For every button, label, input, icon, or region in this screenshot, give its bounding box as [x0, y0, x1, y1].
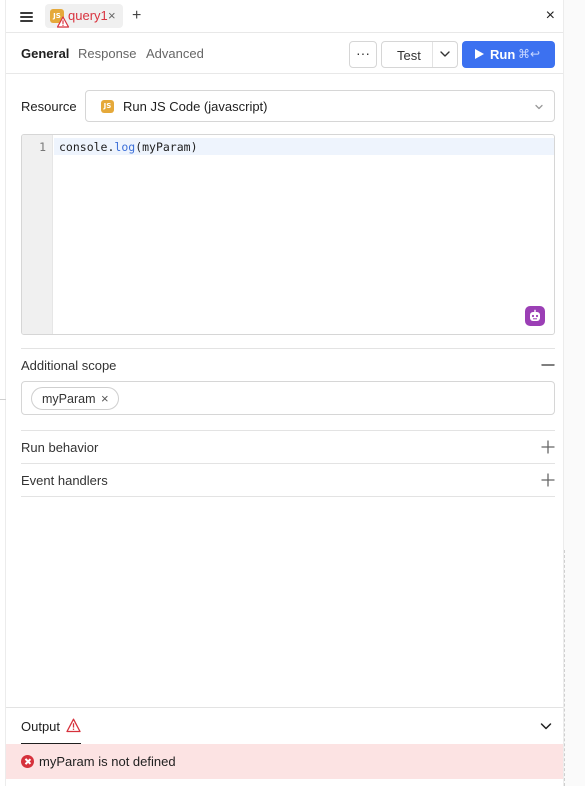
test-button[interactable]: Test — [381, 41, 458, 68]
resource-value: Run JS Code (javascript) — [123, 99, 268, 114]
ai-assist-button[interactable] — [525, 306, 545, 326]
query-tab-label: query1 — [68, 8, 108, 23]
event-handlers-heading[interactable]: Event handlers — [21, 473, 108, 488]
chevron-down-icon — [535, 104, 543, 110]
query-tab[interactable]: JS query1 × — [45, 4, 123, 28]
menu-icon[interactable] — [20, 9, 34, 23]
run-behavior-heading[interactable]: Run behavior — [21, 440, 98, 455]
remove-chip-icon[interactable]: × — [101, 391, 109, 406]
output-bar: Output — [6, 707, 563, 745]
warning-icon — [66, 718, 81, 733]
error-message: myParam is not defined — [39, 754, 176, 769]
right-canvas-gutter — [563, 0, 585, 786]
additional-scope-heading: Additional scope — [21, 358, 117, 373]
run-button-label: Run — [490, 47, 516, 62]
code-editor[interactable]: 1 console.log(myParam) — [21, 134, 555, 335]
code-line[interactable]: console.log(myParam) — [59, 140, 198, 154]
line-number: 1 — [39, 140, 46, 154]
tab-output[interactable]: Output — [21, 708, 81, 745]
more-options-button[interactable]: ··· — [349, 41, 377, 68]
scope-chip: myParam × — [31, 387, 119, 410]
close-tab-icon[interactable]: × — [108, 8, 116, 23]
run-button[interactable]: Run ⌘↩ — [462, 41, 555, 68]
play-icon — [475, 49, 484, 59]
scope-input[interactable]: myParam × — [21, 381, 555, 415]
resource-select[interactable]: JS Run JS Code (javascript) — [85, 90, 555, 122]
query-section-nav: General Response Advanced ··· Test Run ⌘… — [6, 34, 563, 74]
resource-label: Resource — [21, 99, 77, 114]
test-button-label: Test — [397, 48, 421, 63]
error-message-bar: myParam is not defined — [6, 744, 563, 779]
expand-icon[interactable] — [541, 473, 555, 487]
line-number-gutter: 1 — [22, 135, 53, 334]
query-tab-strip: JS query1 × + × — [6, 0, 563, 33]
scope-chip-label: myParam — [42, 392, 96, 406]
close-panel-icon[interactable]: × — [546, 7, 555, 25]
tab-general[interactable]: General — [21, 46, 69, 61]
robot-icon — [530, 309, 540, 321]
output-tab-label: Output — [21, 719, 61, 734]
error-icon — [21, 755, 34, 768]
expand-icon[interactable] — [541, 440, 555, 454]
run-shortcut: ⌘↩ — [518, 47, 541, 61]
js-icon: JS — [101, 100, 114, 113]
tab-advanced[interactable]: Advanced — [146, 46, 204, 61]
collapse-icon[interactable] — [541, 358, 555, 372]
query-editor-panel: JS query1 × + × General Response Advance… — [6, 0, 563, 786]
chevron-down-icon[interactable] — [437, 46, 453, 62]
chevron-down-icon[interactable] — [539, 719, 553, 733]
tab-response[interactable]: Response — [78, 46, 137, 61]
add-tab-icon[interactable]: + — [132, 6, 141, 26]
